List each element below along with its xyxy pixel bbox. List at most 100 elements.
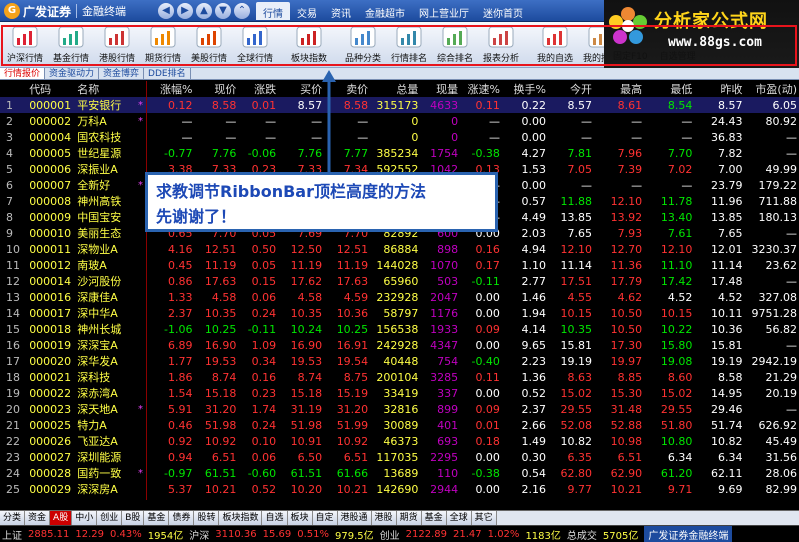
table-row[interactable]: 25 000029 深深房A 5.37 10.21 0.52 10.20 10.21 14269… <box>0 481 799 497</box>
menu-item[interactable]: 网上营业厅 <box>412 2 476 20</box>
table-cell: 2.23 <box>521 354 546 368</box>
table-row[interactable]: 3 000004 国农科技 — — — — —0 0—0.00— — —36.83— <box>0 129 799 145</box>
table-cell: 1.36 <box>521 370 546 384</box>
table-row[interactable]: 19 000022 深赤湾A 1.54 15.18 0.23 15.18 15.19 33419… <box>0 385 799 401</box>
table-cell: 0.06 <box>251 290 277 304</box>
table-row[interactable]: 11 000012 南玻A 0.45 11.19 0.05 11.19 11.19 144028… <box>0 257 799 273</box>
table-row[interactable]: 15 000018 神州长城 -1.06 10.25 -0.11 10.24 10.25 156… <box>0 321 799 337</box>
back-icon[interactable]: ◀ <box>158 3 174 19</box>
table-cell: — <box>631 130 643 144</box>
table-cell: 4.27 <box>521 146 546 160</box>
table-cell: 11.19 <box>290 258 323 272</box>
sub-tab[interactable]: 资金驱动力 <box>45 68 100 79</box>
market-tab[interactable]: 分类 <box>0 511 26 525</box>
market-tab[interactable]: B股 <box>122 511 145 525</box>
logo-separator <box>76 4 78 18</box>
table-cell: -0.38 <box>471 146 500 160</box>
column-header[interactable]: 今开 <box>547 81 594 97</box>
table-cell: 深深宝A <box>77 339 118 352</box>
table-cell: 337 <box>437 386 459 400</box>
column-header[interactable]: 换手% <box>501 81 548 97</box>
sub-tab[interactable]: 资金博弈 <box>99 68 145 79</box>
column-header[interactable]: 现价 <box>194 81 239 97</box>
table-cell: 1.10 <box>521 258 546 272</box>
column-header[interactable]: 最高 <box>593 81 645 97</box>
down-icon[interactable]: ▼ <box>215 3 231 19</box>
market-tab[interactable]: 其它 <box>471 511 497 525</box>
column-header[interactable]: 涨幅% <box>150 81 195 97</box>
table-cell: 12.70 <box>610 242 643 256</box>
market-tab[interactable]: A股 <box>50 511 73 525</box>
menu-item[interactable]: 迷你首页 <box>476 2 530 20</box>
market-tab[interactable]: 港股 <box>371 511 397 525</box>
table-row[interactable]: 24 000028 国药一致 * -0.97 61.51 -0.60 61.51 61.66 13… <box>0 465 799 481</box>
table-row[interactable]: 14 000017 深中华A 2.37 10.35 0.24 10.35 10.36 58797… <box>0 305 799 321</box>
menu-item[interactable]: 行情 <box>256 2 290 20</box>
table-cell: 9751.28 <box>751 306 798 320</box>
table-cell: 401 <box>437 418 459 432</box>
market-tab[interactable]: 板块指数 <box>219 511 263 525</box>
hs-index-value: 3110.36 <box>215 528 257 540</box>
table-cell: 56.82 <box>765 322 798 336</box>
table-row[interactable]: 1 000001 平安银行 * 0.12 8.58 0.01 8.57 8.58 315173 46… <box>0 97 799 113</box>
column-header[interactable]: 总量 <box>370 81 421 97</box>
table-row[interactable]: 16 000019 深深宝A 6.89 16.90 1.09 16.90 16.91 24292… <box>0 337 799 353</box>
column-header[interactable] <box>135 81 151 97</box>
table-row[interactable]: 22 000026 飞亚达A 0.92 10.92 0.10 10.91 10.92 46373… <box>0 433 799 449</box>
up-icon[interactable]: ▲ <box>196 3 212 19</box>
cy-index-value: 2122.89 <box>405 528 448 540</box>
table-row[interactable]: 13 000016 深康佳A 1.33 4.58 0.06 4.58 4.59 232928 20… <box>0 289 799 305</box>
table-cell: 9.71 <box>667 482 693 496</box>
market-tab[interactable]: 债券 <box>169 511 195 525</box>
market-tab[interactable]: 自选 <box>262 511 288 525</box>
column-header[interactable]: 昨收 <box>694 81 745 97</box>
table-cell: 29.55 <box>560 402 592 416</box>
market-tab[interactable]: 中小 <box>72 511 98 525</box>
market-tab[interactable]: 期货 <box>396 511 422 525</box>
table-row[interactable]: 18 000021 深科技 1.86 8.74 0.16 8.74 8.75 200104 328… <box>0 369 799 385</box>
table-cell: 10.50 <box>610 322 643 336</box>
table-row[interactable]: 17 000020 深华发A 1.77 19.53 0.34 19.53 19.54 40448… <box>0 353 799 369</box>
market-tab[interactable]: 板块 <box>287 511 313 525</box>
logo-icon: G <box>4 3 20 19</box>
table-row[interactable]: 2 000002 万科A * — — — — —0 0—0.00— — —24.43 80.92 <box>0 113 799 129</box>
market-tab[interactable]: 创业 <box>97 511 123 525</box>
table-cell: 15.02 <box>560 386 592 400</box>
collapse-icon[interactable]: ⌃ <box>234 3 250 19</box>
market-tab[interactable]: 全球 <box>446 511 472 525</box>
column-header[interactable]: 现量 <box>420 81 461 97</box>
column-header[interactable]: 涨速% <box>460 81 502 97</box>
table-row[interactable]: 12 000014 沙河股份 0.86 17.63 0.15 17.62 17.63 65960… <box>0 273 799 289</box>
market-tab[interactable]: 股转 <box>194 511 220 525</box>
column-header[interactable]: 市盈(动) <box>744 81 799 97</box>
column-header[interactable] <box>0 81 28 97</box>
column-header[interactable]: 代码 <box>27 81 76 97</box>
table-row[interactable]: 4 000005 世纪星源 -0.77 7.76 -0.06 7.76 7.77 385234 1… <box>0 145 799 161</box>
market-tab[interactable]: 基金 <box>421 511 447 525</box>
column-header[interactable]: 涨跌 <box>238 81 279 97</box>
table-row[interactable]: 23 000027 深圳能源 0.94 6.51 0.06 6.50 6.51 117035 22… <box>0 449 799 465</box>
market-tab[interactable]: 资金 <box>25 511 51 525</box>
column-header[interactable]: 买价 <box>278 81 325 97</box>
table-cell: — <box>786 146 797 160</box>
menu-item[interactable]: 资讯 <box>324 2 358 20</box>
table-row[interactable]: 20 000023 深天地A * 5.91 31.20 1.74 31.19 31.20 3281… <box>0 401 799 417</box>
table-cell: 7.70 <box>667 146 693 160</box>
table-cell: 12.10 <box>610 194 643 208</box>
sub-tab[interactable]: 行情报价 <box>0 68 46 79</box>
table-cell: 11.19 <box>336 258 369 272</box>
table-cell: 10.35 <box>204 306 237 320</box>
market-tab[interactable]: 基金 <box>144 511 170 525</box>
market-tab[interactable]: 自定 <box>312 511 338 525</box>
column-header[interactable]: 名称 <box>75 81 136 97</box>
table-row[interactable]: 10 000011 深物业A 4.16 12.51 0.50 12.50 12.51 86884… <box>0 241 799 257</box>
table-row[interactable]: 21 000025 特力A 0.46 51.98 0.24 51.98 51.99 30089 4… <box>0 417 799 433</box>
table-cell: 18 <box>6 370 20 384</box>
sub-tab[interactable]: DDE排名 <box>144 68 191 79</box>
market-tab[interactable]: 港股通 <box>337 511 372 525</box>
column-header[interactable]: 最低 <box>644 81 695 97</box>
menu-item[interactable]: 交易 <box>290 2 324 20</box>
menu-item[interactable]: 金融超市 <box>358 2 412 20</box>
forward-icon[interactable]: ▶ <box>177 3 193 19</box>
table-cell: 8.58 <box>718 370 743 384</box>
